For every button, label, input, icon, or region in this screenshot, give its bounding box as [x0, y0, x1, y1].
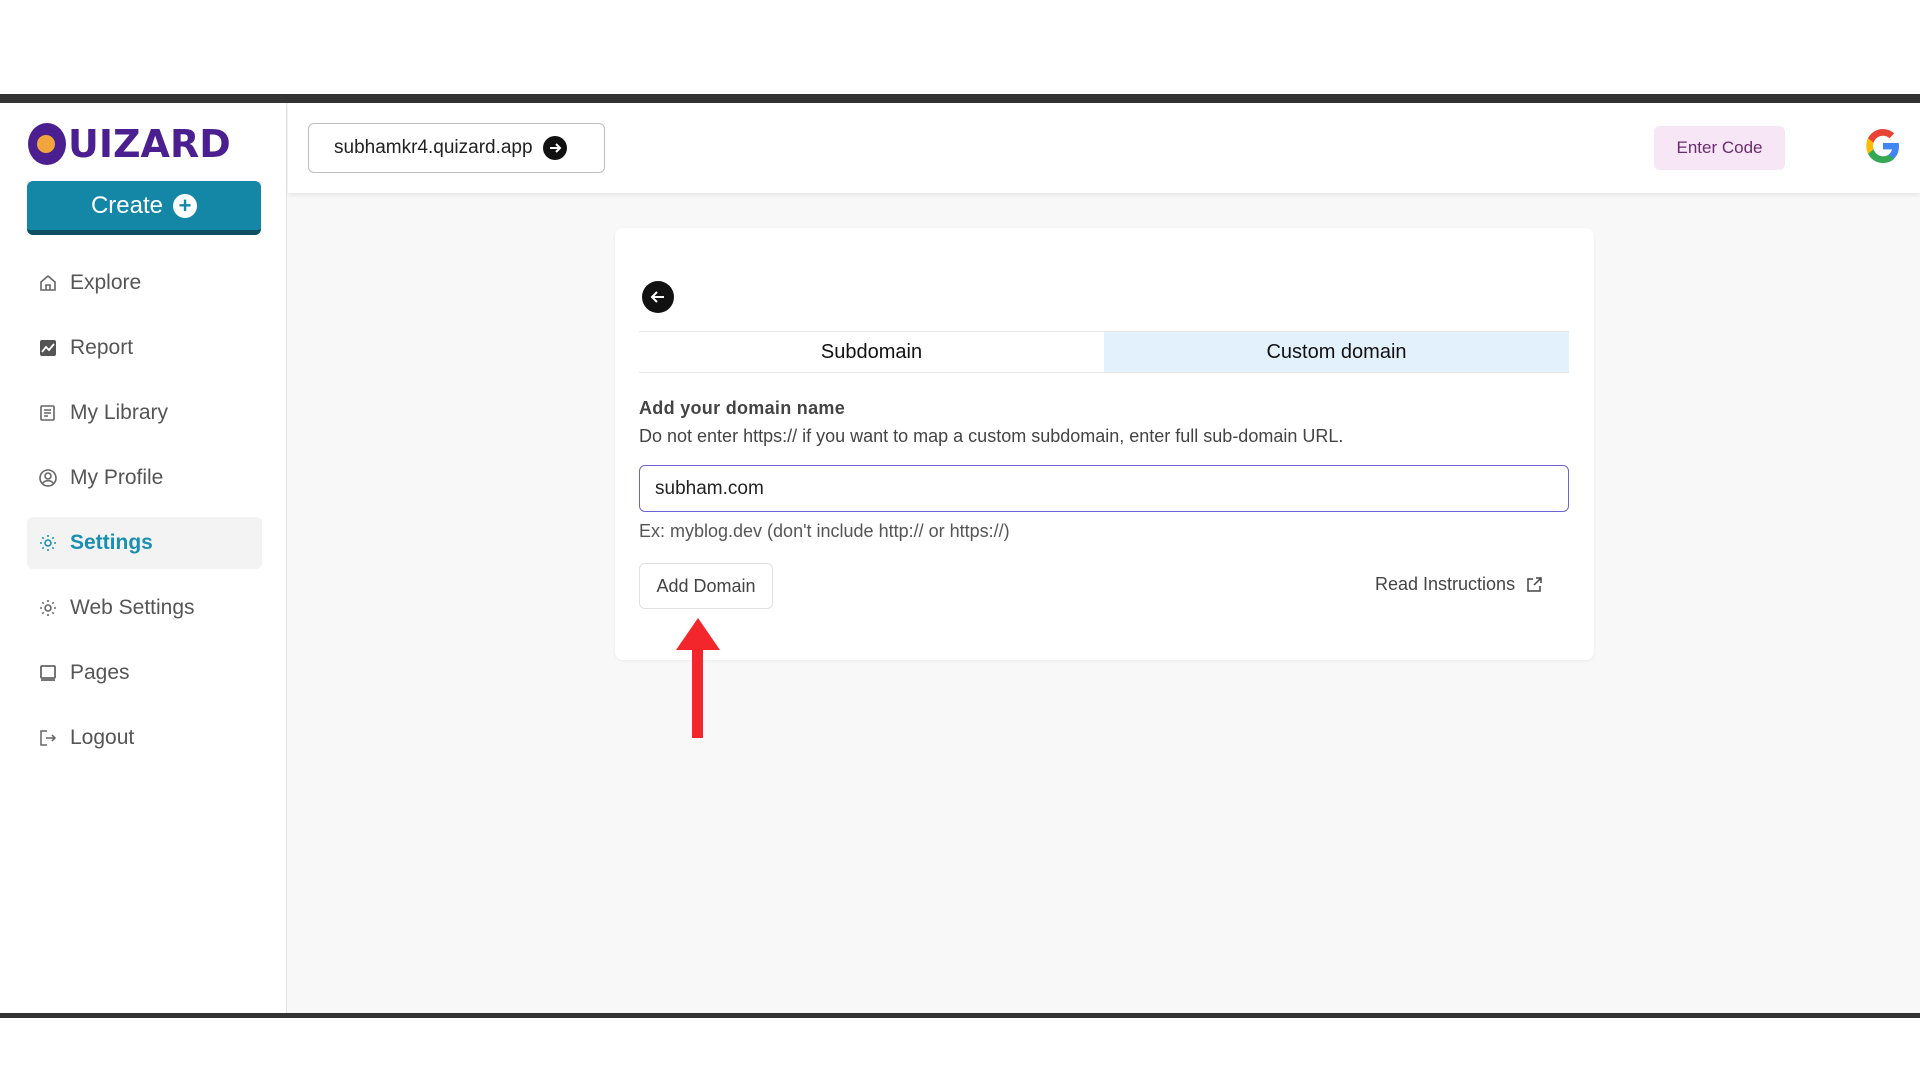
subdomain-link[interactable]: subhamkr4.quizard.app — [308, 123, 605, 173]
create-button-label: Create — [90, 191, 164, 219]
sidebar-item-label: Web Settings — [70, 596, 195, 619]
tab-subdomain[interactable]: Subdomain — [639, 332, 1104, 372]
read-instructions-label: Read Instructions — [1375, 574, 1516, 594]
quizard-logo[interactable]: UIZARD — [28, 121, 231, 167]
logout-icon — [38, 728, 58, 748]
back-button[interactable] — [642, 281, 674, 313]
tab-custom-domain[interactable]: Custom domain — [1104, 332, 1569, 372]
domain-field-help: Do not enter https:// if you want to map… — [639, 426, 1344, 446]
home-icon — [38, 273, 58, 293]
add-domain-button[interactable]: Add Domain — [639, 563, 773, 609]
sidebar-item-label: Explore — [70, 271, 142, 294]
sidebar-item-label: Settings — [70, 531, 153, 554]
top-header: subhamkr4.quizard.app Enter Code — [288, 103, 1920, 193]
sidebar-item-logout[interactable]: Logout — [27, 712, 262, 764]
gear-icon — [38, 598, 58, 618]
domain-settings-card: Subdomain Custom domain Add your domain … — [615, 228, 1594, 660]
chart-icon — [38, 338, 58, 358]
google-icon[interactable] — [1863, 126, 1903, 166]
sidebar-item-pages[interactable]: Pages — [27, 647, 262, 699]
sidebar-item-report[interactable]: Report — [27, 322, 262, 374]
domain-input[interactable] — [639, 465, 1569, 512]
library-icon — [38, 403, 58, 423]
sidebar-item-my-library[interactable]: My Library — [27, 387, 262, 439]
logo-text: UIZARD — [68, 122, 231, 166]
sidebar-item-label: My Library — [70, 401, 169, 424]
user-circle-icon — [38, 468, 58, 488]
domain-example-text: Ex: myblog.dev (don't include http:// or… — [639, 521, 1010, 541]
sidebar-item-my-profile[interactable]: My Profile — [27, 452, 262, 504]
logo-q-badge-icon — [28, 123, 66, 165]
sidebar-nav: Explore Report My Library My Profile Set… — [27, 257, 262, 777]
sidebar-item-label: Report — [70, 336, 134, 359]
screen-bottom-border — [0, 1013, 1920, 1018]
sidebar-item-web-settings[interactable]: Web Settings — [27, 582, 262, 634]
arrow-right-circle-icon — [542, 136, 567, 160]
subdomain-text: subhamkr4.quizard.app — [334, 137, 533, 158]
plus-circle-icon: + — [173, 193, 198, 218]
external-link-icon — [1525, 576, 1543, 594]
pages-icon — [38, 663, 58, 683]
read-instructions-link[interactable]: Read Instructions — [1375, 574, 1543, 595]
gear-icon — [38, 533, 58, 553]
sidebar-item-label: Pages — [70, 661, 130, 684]
screen-top-border — [0, 94, 1920, 103]
sidebar-item-label: Logout — [70, 726, 135, 749]
domain-field-title: Add your domain name — [639, 398, 846, 418]
domain-tabs: Subdomain Custom domain — [639, 331, 1569, 373]
annotation-arrow-icon — [676, 618, 720, 738]
app-window: UIZARD Create + Explore Report My Librar… — [0, 103, 1920, 1013]
sidebar-item-settings[interactable]: Settings — [27, 517, 262, 569]
sidebar-item-explore[interactable]: Explore — [27, 257, 262, 309]
create-button[interactable]: Create + — [27, 181, 261, 235]
sidebar: UIZARD Create + Explore Report My Librar… — [0, 103, 287, 1013]
sidebar-item-label: My Profile — [70, 466, 164, 489]
enter-code-button[interactable]: Enter Code — [1654, 126, 1785, 170]
